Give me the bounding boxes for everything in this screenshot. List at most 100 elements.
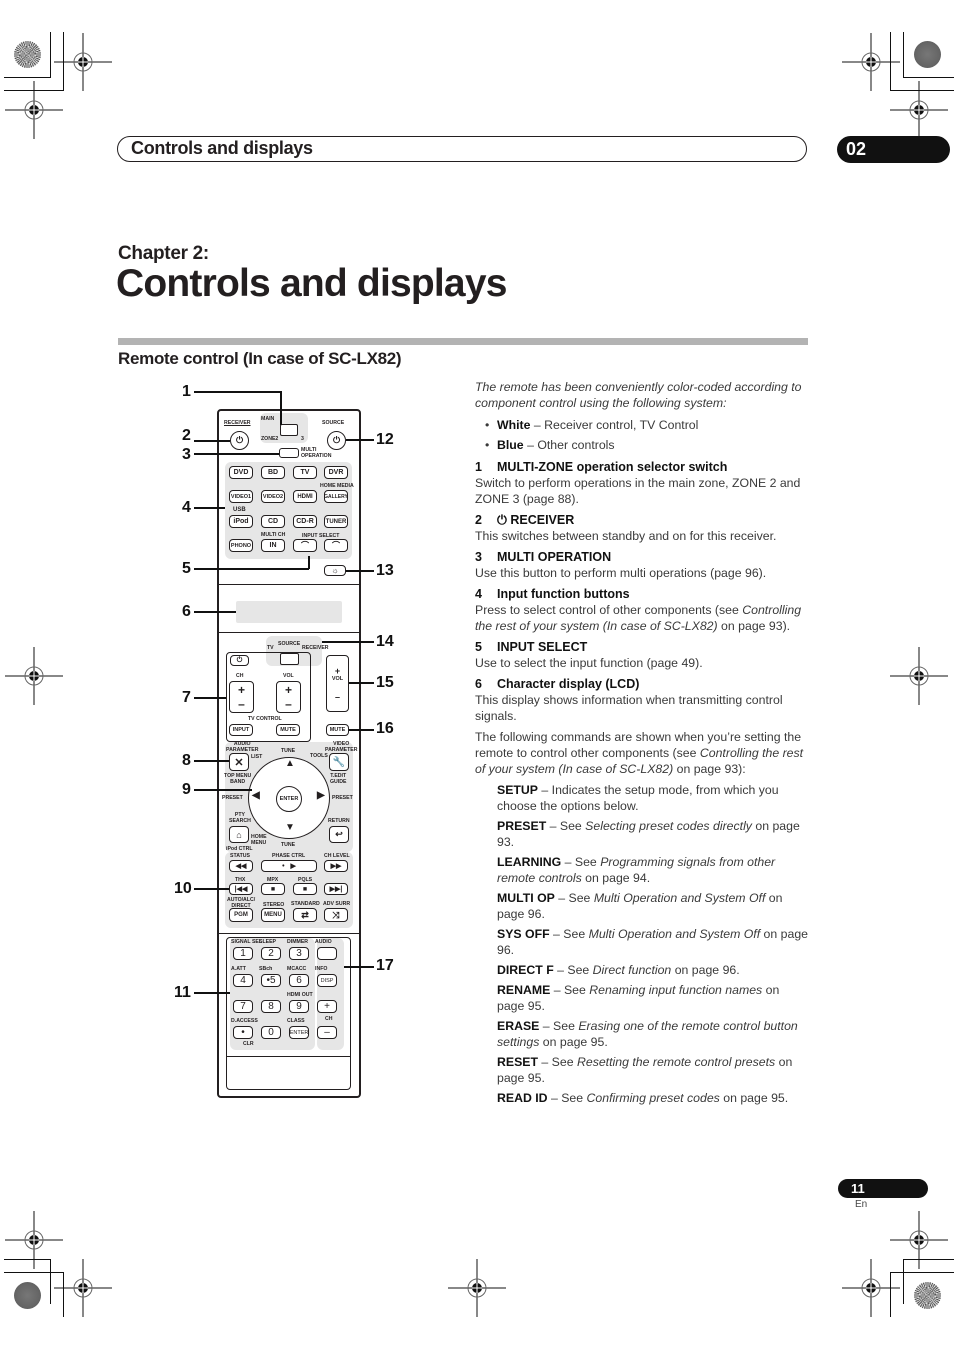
input-video1-button[interactable]: VIDEO1	[229, 490, 253, 503]
label-tv: TV	[267, 645, 274, 651]
enter-button[interactable]: ENTER	[276, 786, 302, 812]
input-dvd-button[interactable]: DVD	[229, 466, 253, 479]
label-multi-operation: MULTI OPERATION	[301, 447, 332, 459]
down-arrow-icon[interactable]: ▼	[285, 823, 295, 833]
return-button[interactable]: ↩	[329, 826, 349, 843]
menu-button[interactable]: MENU	[261, 908, 285, 922]
tv-input-button[interactable]: INPUT	[229, 724, 253, 736]
standard-button[interactable]: ⇄	[293, 908, 317, 922]
keypad-key[interactable]: ENTER	[289, 1026, 309, 1039]
input-ipod-button[interactable]: iPod	[229, 515, 253, 528]
language-label: En	[855, 1199, 868, 1210]
input-video2-button[interactable]: VIDEO2	[261, 490, 285, 503]
tv-power-button[interactable]: ⏻	[230, 655, 249, 666]
registration-mark-icon	[53, 32, 113, 92]
video-parameter-button[interactable]: 🔧	[329, 753, 349, 771]
keypad-key[interactable]: 3	[289, 947, 309, 960]
keypad-label: SBch	[259, 966, 273, 972]
input-select-left-button[interactable]: ⌒	[293, 539, 317, 552]
multi-zone-switch[interactable]	[280, 424, 298, 436]
label-tv-control: TV CONTROL	[248, 716, 282, 722]
callout-11: 11	[174, 984, 191, 1001]
registration-mark-icon	[4, 1210, 64, 1270]
home-menu-button[interactable]: ⌂	[229, 826, 249, 843]
multi-operation-button[interactable]	[279, 448, 299, 458]
command-item: SYS OFF – See Multi Operation and System…	[497, 927, 809, 957]
callout-13: 13	[376, 562, 394, 579]
input-bd-button[interactable]: BD	[261, 466, 285, 479]
label-main: MAIN	[261, 416, 275, 422]
right-arrow-icon[interactable]: ▶	[317, 791, 325, 801]
next-button[interactable]: ▶▶|	[324, 883, 348, 895]
keypad-key[interactable]: 9	[289, 1000, 309, 1013]
play-button[interactable]: • ▶	[261, 860, 317, 872]
keypad-key[interactable]: 7	[233, 1000, 253, 1013]
keypad-key[interactable]: 1	[233, 947, 253, 960]
keypad-label: CLASS	[287, 1018, 305, 1024]
previous-button[interactable]: |◀◀	[229, 883, 253, 895]
input-dvr-button[interactable]: DVR	[324, 466, 348, 479]
color-legend: • White – Receiver control, TV Control • B…	[475, 417, 810, 453]
receiver-mute-button[interactable]: MUTE	[326, 724, 349, 736]
label-standard: STANDARD	[291, 901, 320, 907]
label-tools: TOOLS	[310, 753, 328, 759]
keypad-key[interactable]: 8	[261, 1000, 281, 1013]
keypad-key[interactable]: •5	[261, 974, 281, 987]
keypad-key[interactable]: DISP	[317, 974, 337, 987]
callout-16: 16	[376, 720, 394, 737]
input-cdr-button[interactable]: CD-R	[293, 515, 317, 528]
tv-vol-rocker[interactable]: + –	[276, 681, 301, 713]
receiver-volume-rocker[interactable]: + VOL –	[326, 655, 349, 712]
legend-item: • Blue – Other controls	[485, 438, 615, 452]
keypad-key[interactable]: 2	[261, 947, 281, 960]
section-title: Remote control (In case of SC-LX82)	[118, 349, 402, 368]
label-return: RETURN	[328, 818, 350, 824]
keypad-key[interactable]: 6	[289, 974, 309, 987]
input-gallery-button[interactable]: GALLERY	[324, 490, 348, 503]
keypad-key[interactable]: 4	[233, 974, 253, 987]
label-home-media: HOME MEDIA	[320, 483, 354, 489]
input-select-right-button[interactable]: ⌒	[324, 539, 348, 552]
keypad-label: SIGNAL SEL	[231, 939, 263, 945]
registration-mark-icon	[889, 1210, 949, 1270]
input-tv-button[interactable]: TV	[293, 466, 317, 479]
callout-3: 3	[182, 446, 191, 463]
keypad-key[interactable]	[317, 947, 337, 960]
rewind-button[interactable]: ◀◀	[229, 860, 253, 872]
label-top-menu: TOP MENU BAND	[224, 773, 252, 785]
keypad-label: HDMI OUT	[287, 992, 313, 998]
pgm-button[interactable]: PGM	[229, 908, 253, 922]
keypad-key[interactable]: 0	[261, 1026, 281, 1039]
label-ch-small: CH	[325, 1016, 333, 1022]
tv-mute-button[interactable]: MUTE	[276, 724, 300, 736]
input-tuner-button[interactable]: TUNER	[324, 515, 348, 528]
label-status: STATUS	[230, 853, 250, 859]
light-button[interactable]: ☼	[324, 565, 346, 576]
audio-parameter-button[interactable]: ✕	[229, 753, 249, 771]
input-multich-in-button[interactable]: IN	[261, 539, 285, 552]
pause-button[interactable]: ■	[261, 883, 285, 895]
fast-forward-button[interactable]: ▶▶	[324, 860, 348, 872]
input-phono-button[interactable]: PHONO	[229, 539, 253, 552]
adv-surr-button[interactable]: ⤨	[324, 908, 348, 922]
receiver-power-button[interactable]: ⏻	[230, 431, 249, 450]
callout-17: 17	[376, 957, 394, 974]
input-cd-button[interactable]: CD	[261, 515, 285, 528]
keypad-key[interactable]: •	[233, 1026, 253, 1039]
command-item: LEARNING – See Programming signals from …	[497, 855, 776, 885]
label-source-switch: SOURCE	[278, 641, 301, 647]
input-hdmi-button[interactable]: HDMI	[293, 490, 317, 503]
command-item: MULTI OP – See Multi Operation and Syste…	[497, 891, 783, 921]
keypad-key[interactable]: –	[317, 1026, 337, 1039]
command-item: RESET – See Resetting the remote control…	[497, 1055, 793, 1085]
stop-button[interactable]: ■	[293, 883, 317, 895]
left-arrow-icon[interactable]: ◀	[252, 791, 260, 801]
tv-ch-rocker[interactable]: + –	[229, 681, 254, 713]
callout-14: 14	[376, 633, 394, 650]
label-preset-right: PRESET	[332, 795, 353, 801]
label-clr: CLR	[243, 1041, 254, 1047]
label-zone2: ZONE2	[261, 436, 279, 442]
keypad-key[interactable]: +	[317, 1000, 337, 1013]
callout-2: 2	[182, 427, 191, 444]
up-arrow-icon[interactable]: ▲	[285, 759, 295, 769]
